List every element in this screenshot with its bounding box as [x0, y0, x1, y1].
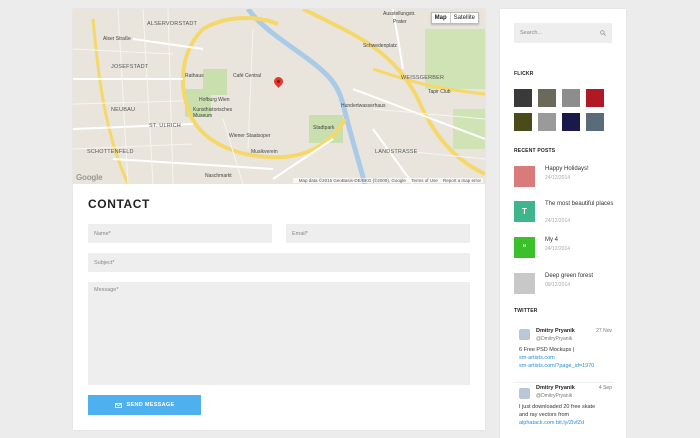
search-icon[interactable] — [600, 30, 606, 36]
flickr-thumb[interactable] — [538, 89, 556, 107]
map-label: NEUBAU — [111, 107, 136, 113]
map-label: Hofburg Wien — [199, 97, 230, 103]
name-field[interactable] — [88, 224, 272, 243]
map-label: Prater — [393, 19, 407, 25]
map-label: Musikverein — [251, 149, 278, 155]
search-box — [514, 23, 612, 43]
tweet-author-name[interactable]: Dmitry Pryanik — [536, 328, 575, 334]
sidebar: FLICKR RECENT POSTS Happy Holidays! 24/1… — [500, 9, 626, 438]
tweet-date[interactable]: 4 Sep — [599, 385, 612, 391]
post-title[interactable]: Happy Holidays! — [545, 166, 615, 173]
flickr-grid — [514, 89, 612, 131]
map[interactable]: ALSERVORSTADT Alser Straße JOSEFSTADT NE… — [73, 9, 485, 184]
post-date: 09/12/2014 — [545, 282, 571, 288]
search-input[interactable] — [514, 23, 612, 43]
map-terms-link[interactable]: Terms of Use — [411, 178, 438, 183]
map-type-satellite-button[interactable]: Satellite — [451, 13, 478, 23]
recent-post[interactable]: “ My 4 24/12/2014 — [514, 237, 614, 261]
message-field[interactable] — [88, 282, 470, 385]
map-label: LANDSTRASSE — [375, 149, 418, 155]
post-thumbnail[interactable] — [514, 166, 535, 187]
map-label: JOSEFSTADT — [111, 64, 149, 70]
map-label: ALSERVORSTADT — [147, 21, 198, 27]
map-label: Rathaus — [185, 73, 204, 79]
avatar[interactable] — [519, 388, 530, 399]
recent-posts-heading: RECENT POSTS — [514, 148, 556, 154]
map-label: Stadtpark — [313, 125, 335, 131]
tweet-link[interactable]: sm-artists.com/?page_id=1970 — [519, 363, 613, 370]
tweet-text: I just downloaded 20 free skate — [519, 404, 596, 410]
tweet-text: 6 Free PSD Mockups | — [519, 347, 575, 353]
flickr-thumb[interactable] — [562, 113, 580, 131]
map-type-map-button[interactable]: Map — [432, 13, 451, 23]
tweet: Dmitry Pryanik @DmitryPryanik 4 Sep I ju… — [514, 384, 614, 438]
send-message-button[interactable]: SEND MESSAGE — [88, 395, 201, 415]
google-logo: Google — [76, 173, 103, 182]
map-label: Hundertwasserhaus — [341, 103, 386, 109]
post-thumbnail[interactable] — [514, 273, 535, 294]
post-date: 24/12/2014 — [545, 246, 571, 252]
tweet-author-handle[interactable]: @DmitryPryanik — [536, 393, 572, 399]
post-thumbnail[interactable]: “ — [514, 237, 535, 258]
flickr-thumb[interactable] — [586, 113, 604, 131]
map-footer: Map data ©2015 GeoBasis-DE/BKG (©2009), … — [292, 178, 483, 183]
tweet: Dmitry Pryanik @DmitryPryanik 27 Nov 6 F… — [514, 327, 614, 383]
tweet-author-name[interactable]: Dmitry Pryanik — [536, 385, 575, 391]
map-report-link[interactable]: Report a map error — [443, 178, 481, 183]
flickr-thumb[interactable] — [514, 113, 532, 131]
tweet-author-handle[interactable]: @DmitryPryanik — [536, 336, 572, 342]
map-label: SCHOTTENFELD — [87, 149, 134, 155]
flickr-thumb[interactable] — [586, 89, 604, 107]
post-title[interactable]: My 4 — [545, 237, 615, 244]
recent-post[interactable]: Happy Holidays! 24/12/2014 — [514, 166, 614, 190]
map-label: ST. ULRICH — [149, 123, 181, 129]
tweet-text: and ray vectors from — [519, 412, 570, 418]
map-label: Alser Straße — [103, 36, 131, 42]
page-title: CONTACT — [88, 197, 150, 211]
avatar[interactable] — [519, 329, 530, 340]
map-label: Naschmarkt — [205, 173, 232, 179]
post-title[interactable]: Deep green forest — [545, 273, 615, 280]
flickr-thumb[interactable] — [514, 89, 532, 107]
twitter-heading: TWITTER — [514, 308, 538, 314]
map-label: Tapir Club — [428, 89, 451, 95]
post-thumbnail[interactable]: T — [514, 201, 535, 222]
tweet-date[interactable]: 27 Nov — [596, 328, 612, 334]
map-type-control: Map Satellite — [430, 12, 479, 24]
subject-field[interactable] — [88, 253, 470, 272]
flickr-thumb[interactable] — [538, 113, 556, 131]
envelope-icon — [114, 402, 122, 408]
recent-post[interactable]: Deep green forest 09/12/2014 — [514, 273, 614, 297]
recent-post[interactable]: T The most beautiful places 24/12/2014 — [514, 201, 614, 225]
tweet-link[interactable]: sm-artists.com — [519, 355, 613, 362]
contact-card: ALSERVORSTADT Alser Straße JOSEFSTADT NE… — [73, 9, 485, 430]
send-message-label: SEND MESSAGE — [126, 402, 175, 408]
map-data-credit: Map data ©2015 GeoBasis-DE/BKG (©2009), … — [298, 178, 406, 183]
map-label: Kunsthistorisches Museum — [193, 107, 233, 119]
tweet-link[interactable]: alphatack.com bit.ly/ZlvfZd — [519, 420, 613, 427]
flickr-thumb[interactable] — [562, 89, 580, 107]
flickr-heading: FLICKR — [514, 71, 534, 77]
map-label: Café Central — [233, 73, 262, 79]
post-title[interactable]: The most beautiful places — [545, 201, 615, 208]
map-label: Ausstellungstr. — [383, 11, 416, 17]
post-date: 24/12/2014 — [545, 218, 571, 224]
map-label: Schwedenplatz — [363, 43, 397, 49]
post-date: 24/12/2014 — [545, 175, 571, 181]
map-label: Wiener Staatsoper — [229, 133, 271, 139]
email-field[interactable] — [286, 224, 470, 243]
map-label: WEISSGERBER — [401, 75, 445, 81]
map-canvas — [73, 9, 485, 184]
